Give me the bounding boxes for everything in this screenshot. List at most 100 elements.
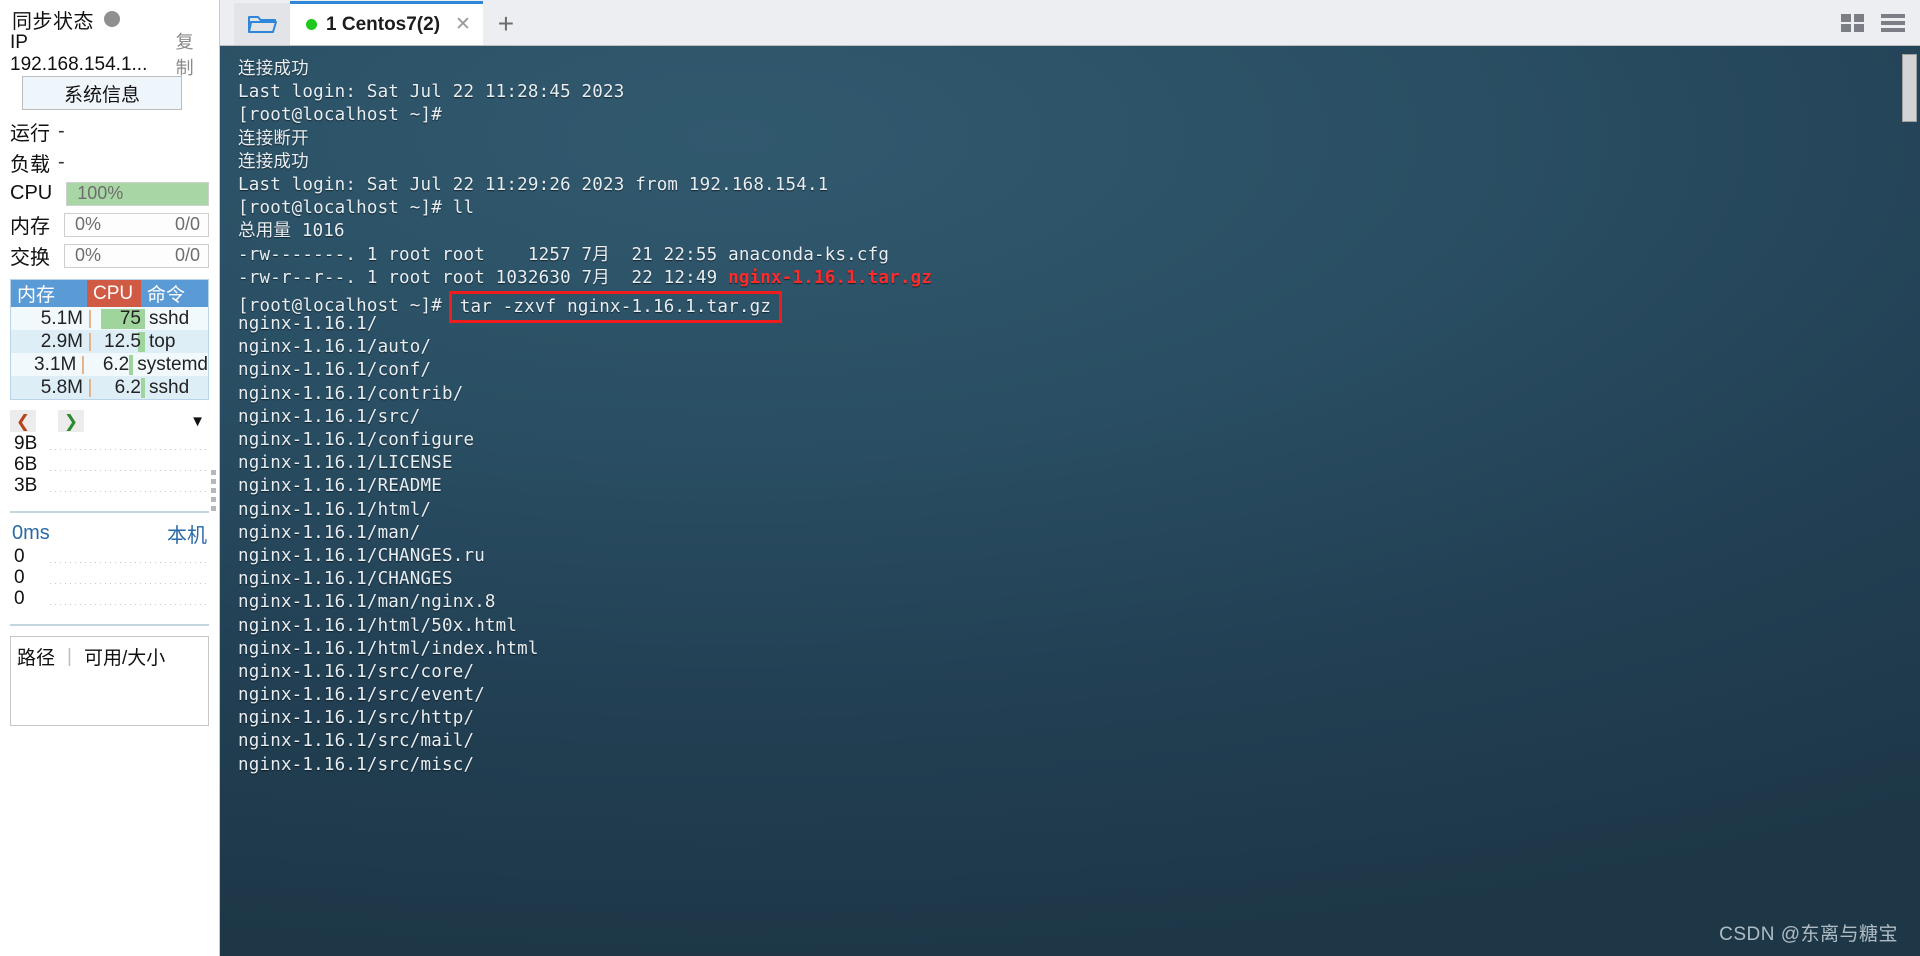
terminal-line: Last login: Sat Jul 22 11:29:26 2023 fro… xyxy=(238,174,1920,197)
process-table[interactable]: 内存 CPU 命令 5.1M|75sshd2.9M|12.5top3.1M|6.… xyxy=(10,279,209,400)
ping-gridline xyxy=(50,583,209,584)
terminal-line: 连接成功 xyxy=(238,58,1920,81)
disk-col-divider: | xyxy=(55,646,84,668)
archive-filename: nginx-1.16.1.tar.gz xyxy=(728,268,932,288)
process-col-command[interactable]: 命令 xyxy=(141,280,208,307)
terminal-line: nginx-1.16.1/LICENSE xyxy=(238,452,1920,475)
disk-col-size: 可用/大小 xyxy=(84,643,165,670)
ping-graph-spacer xyxy=(10,610,209,624)
terminal-line: 连接断开 xyxy=(238,128,1920,151)
process-row[interactable]: 3.1M|6.2systemd xyxy=(11,353,208,376)
scroll-tick xyxy=(211,497,216,502)
memory-meter-percent: 0% xyxy=(65,214,101,235)
terminal-lines: 连接成功Last login: Sat Jul 22 11:28:45 2023… xyxy=(220,46,1920,777)
ping-latency-value: 0ms xyxy=(12,522,50,545)
disk-col-path: 路径 xyxy=(17,643,55,670)
process-cpu: 75 xyxy=(93,308,141,330)
new-tab-button[interactable]: + xyxy=(483,3,529,45)
process-row[interactable]: 5.8M|6.2sshd xyxy=(11,376,208,399)
disk-table-header: 路径 | 可用/大小 xyxy=(11,643,208,670)
uptime-label: 运行 xyxy=(10,117,50,146)
net-gridline xyxy=(50,449,209,450)
terminal-line: Last login: Sat Jul 22 11:28:45 2023 xyxy=(238,81,1920,104)
process-memory: 3.1M xyxy=(11,354,80,376)
swap-meter-percent: 0% xyxy=(65,245,101,266)
ping-graph: 0 0 0 xyxy=(10,547,209,626)
net-gridline xyxy=(50,491,209,492)
memory-meter-detail: 0/0 xyxy=(175,214,208,235)
net-gridline xyxy=(50,470,209,471)
arrow-down-icon: ❯ xyxy=(58,410,84,432)
process-row[interactable]: 5.1M|75sshd xyxy=(11,307,208,330)
process-command: sshd xyxy=(141,308,208,330)
terminal-line: nginx-1.16.1/html/index.html xyxy=(238,638,1920,661)
terminal-area: 1 Centos7(2) ✕ + xyxy=(220,0,1920,956)
net-axis-label: 6B xyxy=(10,454,50,476)
ping-axis-label: 0 xyxy=(10,546,50,568)
terminal-line: nginx-1.16.1/src/event/ xyxy=(238,684,1920,707)
process-memory: 5.1M xyxy=(11,308,87,330)
open-folder-icon[interactable] xyxy=(234,3,290,45)
terminal-output-pane[interactable]: 连接成功Last login: Sat Jul 22 11:28:45 2023… xyxy=(220,46,1920,956)
ping-gridline xyxy=(50,604,209,605)
terminal-line: nginx-1.16.1/src/mail/ xyxy=(238,730,1920,753)
terminal-line: nginx-1.16.1/configure xyxy=(238,429,1920,452)
terminal-line: [root@localhost ~]# xyxy=(238,104,1920,127)
tab-centos7[interactable]: 1 Centos7(2) ✕ xyxy=(290,1,483,45)
terminal-line: [root@localhost ~]# ll xyxy=(238,197,1920,220)
process-col-cpu[interactable]: CPU xyxy=(87,280,141,307)
ping-header: 0ms 本机 xyxy=(8,519,211,547)
tab-connection-status-icon xyxy=(306,19,317,30)
scroll-tick xyxy=(211,488,216,493)
terminal-line: nginx-1.16.1/src/core/ xyxy=(238,661,1920,684)
terminal-line: nginx-1.16.1/auto/ xyxy=(238,336,1920,359)
terminal-line: -rw-r--r--. 1 root root 1032630 7月 22 12… xyxy=(238,267,1920,290)
terminal-line: nginx-1.16.1/man/nginx.8 xyxy=(238,591,1920,614)
load-row: 负载 - xyxy=(8,147,211,178)
tab-close-icon[interactable]: ✕ xyxy=(455,13,471,36)
terminal-line: nginx-1.16.1/src/ xyxy=(238,406,1920,429)
chevron-down-icon[interactable]: ▼ xyxy=(190,413,205,430)
tab-bar-actions xyxy=(1840,12,1920,45)
terminal-line: 总用量 1016 xyxy=(238,220,1920,243)
load-value: - xyxy=(58,151,65,174)
process-row[interactable]: 2.9M|12.5top xyxy=(11,330,208,353)
server-monitor-sidebar: 同步状态 IP 192.168.154.1... 复制 系统信息 运行 - 负载… xyxy=(0,0,220,956)
process-cpu: 6.2 xyxy=(93,377,141,399)
net-axis-label: 9B xyxy=(10,433,50,455)
finalshell-window: 同步状态 IP 192.168.154.1... 复制 系统信息 运行 - 负载… xyxy=(0,0,1920,956)
network-traffic-graph: 9B 6B 3B xyxy=(10,434,209,513)
terminal-line: nginx-1.16.1/html/ xyxy=(238,499,1920,522)
scroll-tick xyxy=(211,479,216,484)
process-table-header: 内存 CPU 命令 xyxy=(11,280,208,307)
terminal-line: [root@localhost ~]# tar -zxvf nginx-1.16… xyxy=(238,290,1920,313)
system-info-button[interactable]: 系统信息 xyxy=(22,76,182,110)
process-memory: 5.8M xyxy=(11,377,87,399)
sidebar-scrollbar[interactable] xyxy=(210,470,217,590)
grid-view-icon[interactable] xyxy=(1840,12,1866,39)
load-label: 负载 xyxy=(10,148,50,177)
terminal-scrollbar-thumb[interactable] xyxy=(1902,54,1917,122)
cpu-label: CPU xyxy=(10,182,52,205)
network-graph-header: ❮ ❯ ▼ xyxy=(8,408,211,434)
scroll-tick xyxy=(211,470,216,475)
terminal-line: nginx-1.16.1/CHANGES xyxy=(238,568,1920,591)
terminal-line: 连接成功 xyxy=(238,151,1920,174)
memory-meter: 0% 0/0 xyxy=(64,213,209,237)
terminal-scrollbar[interactable] xyxy=(1902,54,1917,956)
cpu-meter: 100% xyxy=(66,182,209,206)
process-col-memory[interactable]: 内存 xyxy=(11,280,87,307)
highlighted-command: tar -zxvf nginx-1.16.1.tar.gz xyxy=(449,291,782,323)
uptime-row: 运行 - xyxy=(8,116,211,147)
terminal-text: -rw-r--r--. 1 root root 1032630 7月 22 12… xyxy=(238,268,728,288)
copy-ip-button[interactable]: 复制 xyxy=(176,28,211,80)
list-view-icon[interactable] xyxy=(1880,12,1906,39)
ping-host-label: 本机 xyxy=(167,519,207,548)
disk-usage-panel[interactable]: 路径 | 可用/大小 xyxy=(10,636,209,726)
terminal-line: nginx-1.16.1/CHANGES.ru xyxy=(238,545,1920,568)
terminal-line: -rw-------. 1 root root 1257 7月 21 22:55… xyxy=(238,244,1920,267)
swap-label: 交换 xyxy=(10,241,50,270)
memory-label: 内存 xyxy=(10,210,50,239)
sync-status-label: 同步状态 xyxy=(12,5,94,34)
terminal-line: nginx-1.16.1/README xyxy=(238,475,1920,498)
